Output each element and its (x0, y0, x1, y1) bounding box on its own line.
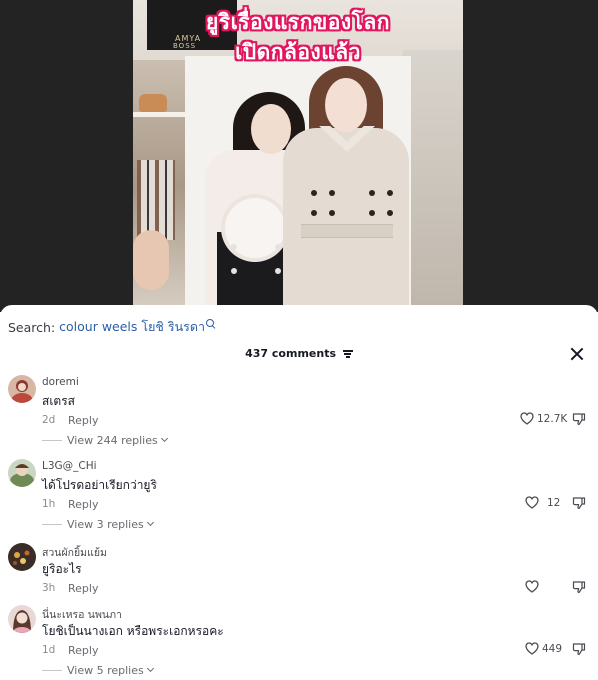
comment-text: สเตรส (42, 394, 75, 408)
comment-username[interactable]: นี่นะเหรอ นพนภา (42, 606, 122, 623)
thumbs-down-icon[interactable] (572, 412, 586, 426)
coat-button (311, 190, 317, 196)
avatar[interactable] (8, 605, 36, 633)
thumbs-down-icon[interactable] (572, 642, 586, 656)
avatar[interactable] (8, 375, 36, 403)
filter-icon[interactable] (342, 350, 353, 358)
reply-button[interactable]: Reply (68, 498, 98, 511)
like-button[interactable]: 12.7K (520, 412, 567, 425)
dress-button (231, 268, 237, 274)
background-plaid-coat (137, 160, 175, 240)
person-left-face (251, 104, 291, 154)
like-count: 12 (547, 496, 561, 509)
comment-text: ยูริอะไร (42, 562, 82, 576)
search-label: Search: (8, 319, 56, 335)
coat-button (369, 210, 375, 216)
search-suggestion[interactable]: Search: colour weels โยชิ รินรดา (8, 317, 216, 337)
video-player[interactable]: AMYA BOSS ยูริเรื่องแรกของโลก เปิดกล้องแ… (0, 0, 598, 312)
view-replies-button[interactable]: View 5 replies (42, 664, 154, 677)
view-replies-label: View 244 replies (67, 434, 158, 447)
like-button[interactable] (525, 580, 542, 593)
thumbs-down-icon[interactable] (572, 580, 586, 594)
heart-icon (525, 642, 539, 655)
comment-time: 1h (42, 498, 56, 510)
reply-button[interactable]: Reply (68, 644, 98, 657)
comment-time: 3h (42, 582, 56, 594)
avatar[interactable] (8, 459, 36, 487)
background-shelf (133, 112, 185, 117)
reply-button[interactable]: Reply (68, 414, 98, 427)
dress-button (275, 244, 281, 250)
heart-icon (525, 580, 539, 593)
video-frame[interactable]: AMYA BOSS ยูริเรื่องแรกของโลก เปิดกล้องแ… (133, 0, 463, 312)
avatar[interactable] (8, 543, 36, 571)
chevron-down-icon (146, 664, 154, 673)
close-button[interactable] (570, 347, 584, 361)
like-button[interactable]: 12 (525, 496, 560, 509)
comment-username[interactable]: L3G@_CHi (42, 460, 97, 472)
background-wall (403, 50, 463, 312)
dress-button (275, 268, 281, 274)
background-handbag (139, 94, 167, 112)
person-right-coat (283, 128, 409, 312)
comments-header: 437 comments (0, 347, 598, 360)
reply-button[interactable]: Reply (68, 582, 98, 595)
coat-button (329, 210, 335, 216)
thumbs-down-icon[interactable] (572, 496, 586, 510)
comments-count: 437 comments (245, 347, 337, 360)
coat-button (387, 190, 393, 196)
comment-username[interactable]: สวนผักยิ้มแย้ม (42, 544, 107, 561)
like-count: 12.7K (537, 412, 568, 425)
chevron-down-icon (146, 518, 154, 527)
comment-time: 2d (42, 414, 56, 426)
like-count: 449 (542, 642, 563, 655)
heart-icon (525, 496, 539, 509)
video-caption-line-2: เปิดกล้องแล้ว (235, 40, 361, 64)
search-icon[interactable] (206, 319, 216, 329)
comment-username[interactable]: doremi (42, 376, 79, 388)
coat-button (369, 190, 375, 196)
view-replies-button[interactable]: View 3 replies (42, 518, 154, 531)
coat-button (387, 210, 393, 216)
search-query-link[interactable]: colour weels โยชิ รินรดา (59, 317, 205, 337)
comment-text: ได้โปรดอย่าเรียกว่ายูริ (42, 478, 157, 492)
dress-button (231, 244, 237, 250)
heart-icon (520, 412, 534, 425)
coat-button (329, 190, 335, 196)
comment-time: 1d (42, 644, 56, 656)
chevron-down-icon (160, 434, 168, 443)
view-replies-label: View 5 replies (67, 664, 144, 677)
comments-panel: Search: colour weels โยชิ รินรดา 437 com… (0, 305, 598, 680)
like-button[interactable]: 449 (525, 642, 562, 655)
view-replies-label: View 3 replies (67, 518, 144, 531)
coat-button (311, 210, 317, 216)
person-right-face (325, 78, 367, 132)
person-right-belt (301, 224, 393, 238)
view-replies-button[interactable]: View 244 replies (42, 434, 168, 447)
video-caption-line-1: ยูริเรื่องแรกของโลก (205, 10, 391, 34)
hand-foreground (133, 230, 169, 290)
comment-text: โยชิเป็นนางเอก หรือพระเอกหรอคะ (42, 624, 224, 638)
